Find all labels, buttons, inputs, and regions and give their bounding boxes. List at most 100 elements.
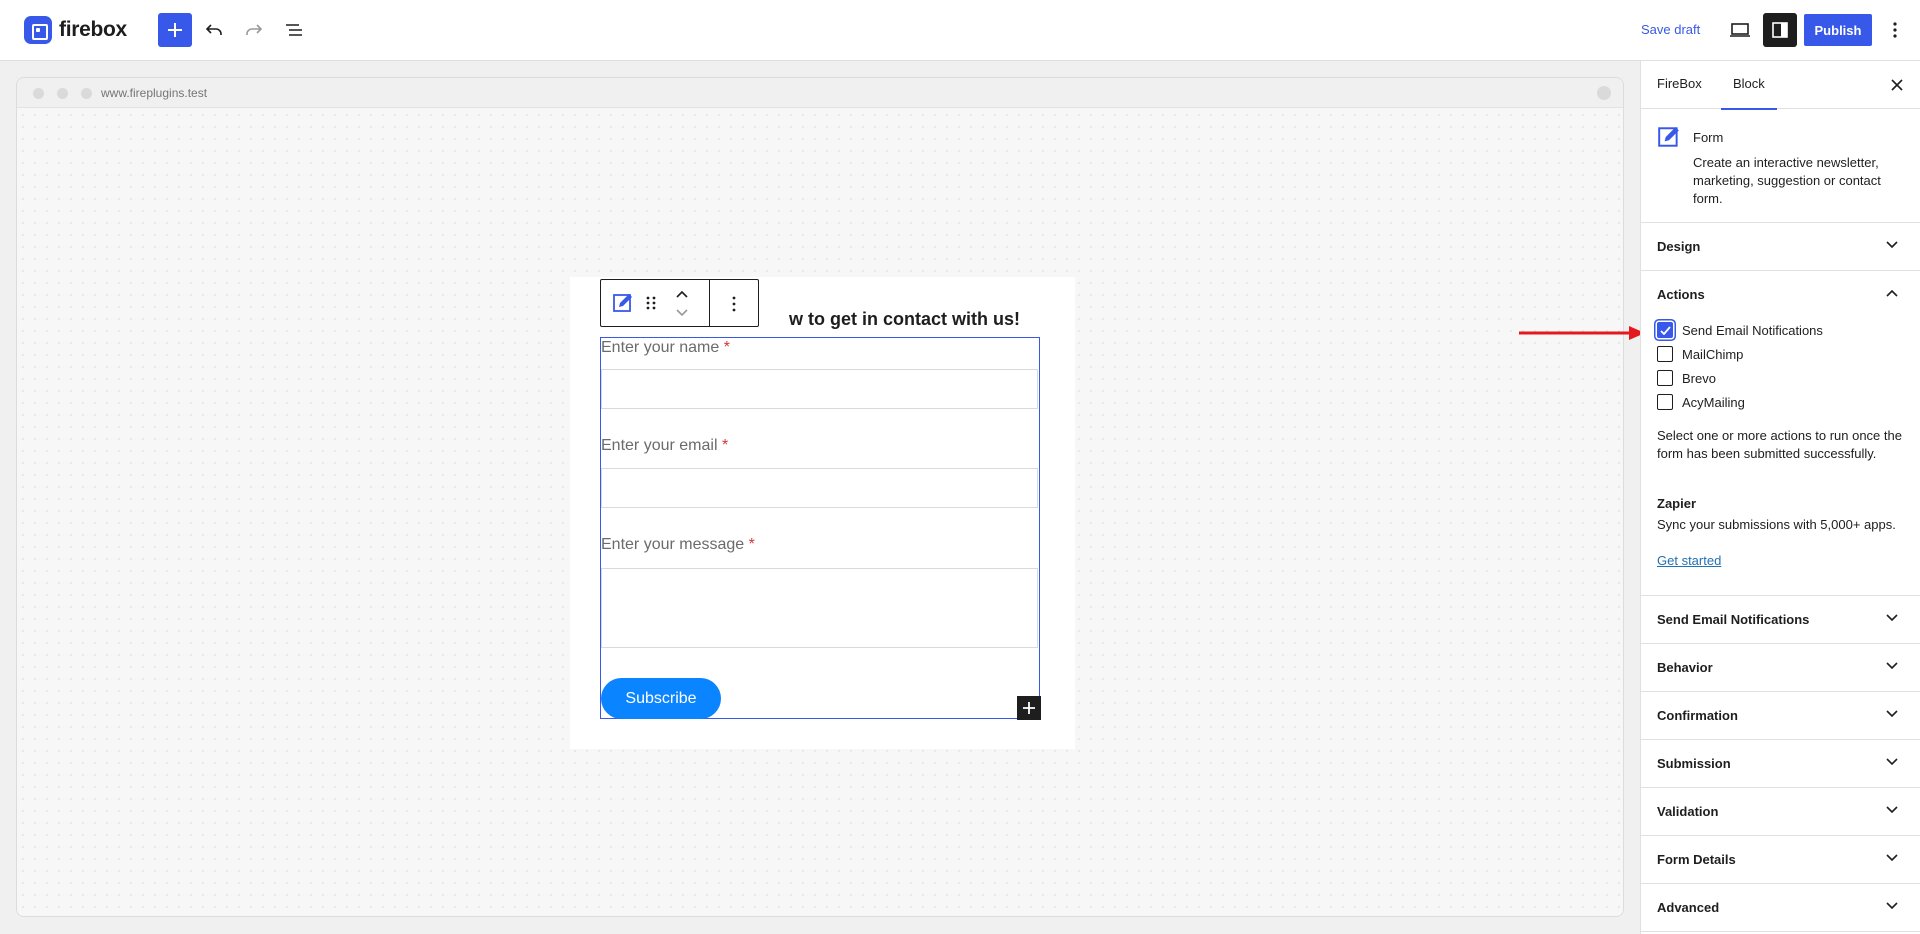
panel-advanced[interactable]: Advanced [1641, 884, 1920, 932]
panel-form-details[interactable]: Form Details [1641, 836, 1920, 884]
checkbox[interactable] [1657, 322, 1673, 338]
zapier-title: Zapier [1657, 496, 1697, 511]
settings-panel-icon [1772, 22, 1788, 38]
panel-design[interactable]: Design [1641, 223, 1920, 271]
publish-button[interactable]: Publish [1804, 14, 1872, 46]
panel-confirmation[interactable]: Confirmation [1641, 692, 1920, 740]
panel-title: Design [1657, 239, 1701, 254]
chevron-down-icon [1886, 241, 1898, 249]
chevron-down-icon [1886, 854, 1898, 862]
logo-text: firebox [59, 18, 127, 41]
plus-icon [168, 23, 182, 37]
undo-button[interactable] [197, 13, 231, 47]
save-draft-button[interactable]: Save draft [1641, 22, 1700, 37]
browser-status-dot [1597, 86, 1611, 100]
panel-title: Submission [1657, 756, 1731, 771]
email-field-label: Enter your email * [601, 437, 728, 455]
firebox-logo-icon [24, 16, 52, 44]
more-vertical-icon [732, 296, 736, 312]
checkbox[interactable] [1657, 370, 1673, 386]
panel-title: Behavior [1657, 660, 1713, 675]
panel-behavior[interactable]: Behavior [1641, 644, 1920, 692]
message-textarea[interactable] [601, 568, 1038, 648]
checkbox[interactable] [1657, 346, 1673, 362]
chevron-down-icon [1886, 806, 1898, 814]
checkmark-icon [1659, 325, 1671, 335]
tab-block[interactable]: Block [1721, 76, 1777, 110]
required-marker: * [723, 339, 730, 356]
editor-top-bar: firebox Save draft Publish [0, 0, 1920, 61]
popup-card: w to get in contact with us! Enter your … [570, 277, 1075, 749]
add-block-button[interactable] [158, 13, 192, 47]
form-block-switcher[interactable] [611, 291, 635, 315]
annotation-arrow-icon [1519, 326, 1645, 340]
subscribe-button[interactable]: Subscribe [601, 678, 721, 719]
zapier-get-started-link[interactable]: Get started [1657, 553, 1721, 568]
panel-title[interactable]: Actions [1657, 287, 1705, 302]
action-option-brevo[interactable]: Brevo [1657, 370, 1716, 386]
tab-firebox[interactable]: FireBox [1657, 76, 1702, 91]
drag-handle[interactable] [643, 294, 659, 312]
close-icon [1891, 79, 1903, 91]
block-card: Form Create an interactive newsletter, m… [1641, 109, 1920, 223]
block-description: Create an interactive newsletter, market… [1693, 155, 1881, 206]
block-options-button[interactable] [728, 294, 740, 314]
document-overview-button[interactable] [277, 13, 311, 47]
browser-url: www.fireplugins.test [101, 86, 208, 100]
move-down-button[interactable] [673, 305, 691, 321]
panel-title: Advanced [1657, 900, 1720, 915]
chevron-down-icon [1886, 710, 1898, 718]
action-option-acymailing[interactable]: AcyMailing [1657, 394, 1745, 410]
redo-button[interactable] [237, 13, 271, 47]
form-edit-icon [613, 294, 632, 312]
option-label: Send Email Notifications [1682, 322, 1823, 338]
chevron-down-icon [1886, 614, 1898, 622]
sidebar-tabs: FireBox Block [1641, 61, 1920, 110]
redo-icon [246, 24, 263, 35]
checkbox[interactable] [1657, 394, 1673, 410]
action-option-mailchimp[interactable]: MailChimp [1657, 346, 1743, 362]
add-block-appender[interactable] [1017, 696, 1041, 720]
panel-send-email-notifications[interactable]: Send Email Notifications [1641, 596, 1920, 644]
panel-validation[interactable]: Validation [1641, 788, 1920, 836]
required-marker: * [721, 437, 729, 454]
block-toolbar-group [601, 280, 710, 326]
close-sidebar-button[interactable] [1886, 74, 1908, 96]
action-option-send-email[interactable]: Send Email Notifications [1657, 322, 1823, 338]
chevron-down-icon [1886, 662, 1898, 670]
editor-canvas: www.fireplugins.test w to get in contact… [0, 61, 1640, 934]
form-block[interactable]: Enter your name * Enter your email * Ent… [600, 337, 1041, 720]
settings-toggle-button[interactable] [1763, 13, 1797, 47]
name-field-label: Enter your name * [601, 339, 730, 357]
block-toolbar [600, 279, 759, 327]
message-field-label: Enter your message * [601, 536, 755, 554]
window-dot [33, 88, 44, 99]
option-label: MailChimp [1682, 346, 1744, 362]
preview-device-button[interactable] [1723, 13, 1757, 47]
message-label-text: Enter your message [601, 536, 745, 553]
panel-title: Confirmation [1657, 708, 1738, 723]
chevron-up-icon [676, 290, 688, 298]
name-label-text: Enter your name [601, 339, 720, 356]
panel-title: Validation [1657, 804, 1719, 819]
form-edit-icon [1658, 127, 1679, 147]
move-up-button[interactable] [673, 286, 691, 302]
name-input[interactable] [601, 369, 1038, 409]
options-button[interactable] [1880, 13, 1910, 47]
option-label: AcyMailing [1682, 394, 1745, 410]
chevron-down-icon [676, 309, 688, 317]
email-label-text: Enter your email [601, 437, 718, 454]
browser-bar: www.fireplugins.test [17, 78, 1623, 108]
required-marker: * [748, 536, 755, 553]
firebox-logo[interactable]: firebox [24, 16, 127, 44]
more-vertical-icon [1893, 22, 1897, 38]
chevron-down-icon [1886, 758, 1898, 766]
undo-icon [205, 24, 222, 35]
panel-submission[interactable]: Submission [1641, 740, 1920, 788]
zapier-description: Sync your submissions with 5,000+ apps. [1657, 517, 1896, 532]
email-input[interactable] [601, 468, 1038, 508]
block-toolbar-group [710, 280, 758, 326]
desktop-view-icon [1730, 23, 1750, 37]
browser-frame: www.fireplugins.test w to get in contact… [16, 77, 1624, 917]
chevron-up-icon[interactable] [1886, 289, 1898, 297]
